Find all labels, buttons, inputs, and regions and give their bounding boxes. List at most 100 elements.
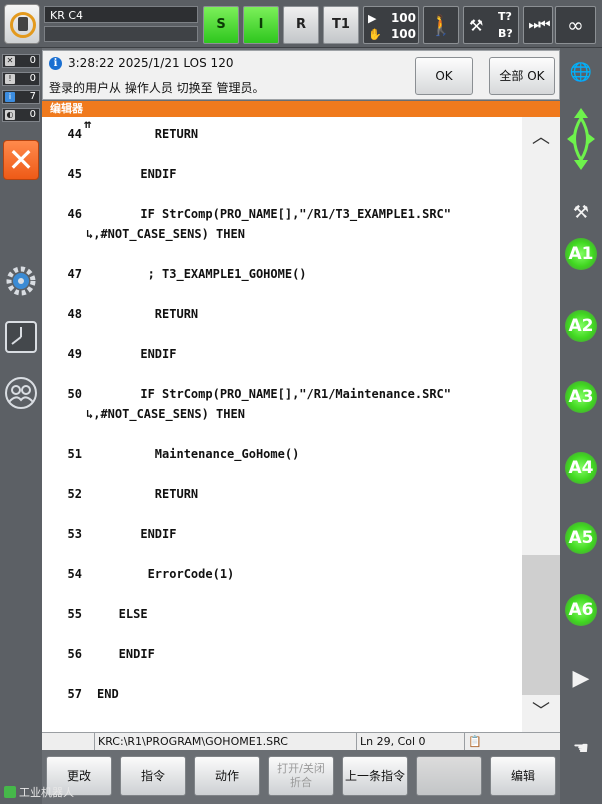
editor-title: 编辑器 xyxy=(42,101,560,117)
kuka-robot-logo-icon[interactable] xyxy=(4,4,40,44)
code-line[interactable]: 44 RETURN xyxy=(42,124,522,144)
line-number: 44 xyxy=(67,127,82,141)
play-triangle-icon[interactable]: ▶ xyxy=(564,664,598,694)
status-count: 0 xyxy=(29,73,36,84)
axis-a6-key[interactable]: A6 xyxy=(565,594,597,626)
message-text: 登录的用户从 操作人员 切换至 管理员。 xyxy=(49,81,265,95)
message-window: i 3:28:22 2025/1/21 LOS 120 登录的用户从 操作人员 … xyxy=(42,50,560,100)
robot-sub-field[interactable] xyxy=(44,26,198,42)
axis-a4-key[interactable]: A4 xyxy=(565,452,597,484)
drives-button[interactable]: I xyxy=(243,6,279,44)
main-menu-gear-icon[interactable] xyxy=(4,264,38,298)
acknowledge-counter[interactable]: ✕ 0 xyxy=(2,54,40,68)
wait-counter[interactable]: ◐ 0 xyxy=(2,108,40,122)
clipboard-icon: 📋 xyxy=(464,733,560,750)
line-code: RETURN xyxy=(97,307,199,321)
axis-a5-key[interactable]: A5 xyxy=(565,522,597,554)
line-number: 50 xyxy=(67,387,82,401)
code-line[interactable]: 50 IF StrComp(PRO_NAME[],"/R1/Maintenanc… xyxy=(42,384,522,404)
program-path: KRC:\R1\PROGRAM\GOHOME1.SRC xyxy=(94,733,356,750)
line-number: 55 xyxy=(67,607,82,621)
infinite-jog-indicator[interactable]: ∞ xyxy=(555,6,596,44)
robot-tool-icon: ⚒ xyxy=(469,16,484,35)
scroll-up-chevron-icon[interactable]: ︿ xyxy=(522,121,560,155)
message-timestamp: 3:28:22 2025/1/21 LOS 120 xyxy=(68,56,234,70)
program-override-row: ▶ 100 xyxy=(368,10,416,26)
code-line[interactable]: 55 ELSE xyxy=(42,604,522,624)
line-code: END xyxy=(97,687,119,701)
line-code: ↳,#NOT_CASE_SENS) THEN xyxy=(86,407,245,421)
editor-status-row: KRC:\R1\PROGRAM\GOHOME1.SRC Ln 29, Col 0… xyxy=(42,732,560,750)
axis-a3-key[interactable]: A3 xyxy=(565,381,597,413)
robot-interpreter-button[interactable]: R xyxy=(283,6,319,44)
line-code: ENDIF xyxy=(97,347,177,361)
code-line[interactable]: 51 Maintenance_GoHome() xyxy=(42,444,522,464)
code-line[interactable]: 45 ENDIF xyxy=(42,164,522,184)
operating-mode-button[interactable]: T1 xyxy=(323,6,359,44)
left-side-column: ✕ 0 ! 0 i 7 ◐ 0 ✕ xyxy=(0,48,42,804)
open-close-fold-button[interactable]: 打开/关闭 折合 xyxy=(268,756,334,796)
editor-scrollbar[interactable]: ︿ ﹀ xyxy=(522,117,560,732)
code-line[interactable]: 49 ENDIF xyxy=(42,344,522,364)
code-line[interactable]: 57 END xyxy=(42,684,522,704)
line-code: IF StrComp(PRO_NAME[],"/R1/T3_EXAMPLE1.S… xyxy=(97,207,452,221)
edit-button[interactable]: 编辑 xyxy=(490,756,556,796)
axis-a2-key[interactable]: A2 xyxy=(565,310,597,342)
line-number: 49 xyxy=(67,347,82,361)
jog-hand-icon[interactable]: ☚ xyxy=(564,734,598,764)
code-line[interactable]: 52 RETURN xyxy=(42,484,522,504)
jog-override-row: ✋ 100 xyxy=(368,26,416,42)
program-editor[interactable]: ⇈ 44 RETURN 45 ENDIF 46 IF StrComp(PRO_NAM… xyxy=(42,117,522,732)
acknowledge-icon: ✕ xyxy=(5,56,15,66)
code-line[interactable]: ↳,#NOT_CASE_SENS) THEN xyxy=(42,224,522,244)
last-instruction-button[interactable]: 上一条指令 xyxy=(342,756,408,796)
ok-button[interactable]: OK xyxy=(415,57,473,95)
line-number: 57 xyxy=(67,687,82,701)
wait-icon: ◐ xyxy=(5,110,15,120)
status-counter[interactable]: ! 0 xyxy=(2,72,40,86)
base-value: B? xyxy=(498,27,513,40)
acknowledge-count: 0 xyxy=(29,55,36,66)
line-code: IF StrComp(PRO_NAME[],"/R1/Maintenance.S… xyxy=(97,387,452,401)
line-code: ; T3_EXAMPLE1_GOHOME() xyxy=(97,267,307,281)
motion-button[interactable]: 动作 xyxy=(194,756,260,796)
line-code: ENDIF xyxy=(97,167,177,181)
robot-axis-icon[interactable]: ⚒ xyxy=(564,198,598,228)
code-line[interactable]: 54 ErrorCode(1) xyxy=(42,564,522,584)
instruction-button[interactable]: 指令 xyxy=(120,756,186,796)
submit-interpreter-button[interactable]: S xyxy=(203,6,239,44)
line-code: ErrorCode(1) xyxy=(97,567,235,581)
code-line[interactable]: 48 RETURN xyxy=(42,304,522,324)
clock-icon[interactable] xyxy=(4,320,38,354)
info-counter[interactable]: i 7 xyxy=(2,90,40,104)
space-mouse-icon[interactable] xyxy=(564,104,598,174)
jog-hand-icon: ✋ xyxy=(368,28,382,41)
fold-label-line1: 打开/关闭 xyxy=(277,762,325,775)
code-line[interactable]: 53 ENDIF xyxy=(42,524,522,544)
override-indicator[interactable]: ▶ 100 ✋ 100 xyxy=(363,6,419,44)
incremental-jog-icon[interactable]: ⏭⏮ xyxy=(523,6,553,44)
tool-base-indicator[interactable]: ⚒ T? B? xyxy=(463,6,519,44)
softkey-bar: 更改 指令 动作 打开/关闭 折合 上一条指令 编辑 xyxy=(42,752,560,798)
code-line[interactable]: 47 ; T3_EXAMPLE1_GOHOME() xyxy=(42,264,522,284)
close-editor-button[interactable]: ✕ xyxy=(3,140,39,180)
scroll-down-chevron-icon[interactable]: ﹀ xyxy=(522,695,560,729)
code-line[interactable]: 56 ENDIF xyxy=(42,644,522,664)
user-group-icon[interactable] xyxy=(4,376,38,410)
line-number: 56 xyxy=(67,647,82,661)
line-number: 45 xyxy=(67,167,82,181)
watermark-text: 工业机器人 xyxy=(19,786,74,799)
status-empty-cell xyxy=(42,733,94,750)
all-ok-button[interactable]: 全部 OK xyxy=(489,57,555,95)
robot-name[interactable]: KR C4 xyxy=(44,6,198,23)
walking-figure-icon[interactable]: 🚶 xyxy=(423,6,459,44)
axis-a1-key[interactable]: A1 xyxy=(565,238,597,270)
code-line[interactable]: ↳,#NOT_CASE_SENS) THEN xyxy=(42,404,522,424)
line-code: ELSE xyxy=(97,607,148,621)
scrollbar-thumb[interactable] xyxy=(522,555,560,695)
blank-softkey[interactable] xyxy=(416,756,482,796)
code-line[interactable]: 46 IF StrComp(PRO_NAME[],"/R1/T3_EXAMPLE… xyxy=(42,204,522,224)
globe-icon[interactable]: 🌐 xyxy=(564,58,598,88)
jog-override-value: 100 xyxy=(390,27,416,41)
tool-value: T? xyxy=(498,10,512,23)
